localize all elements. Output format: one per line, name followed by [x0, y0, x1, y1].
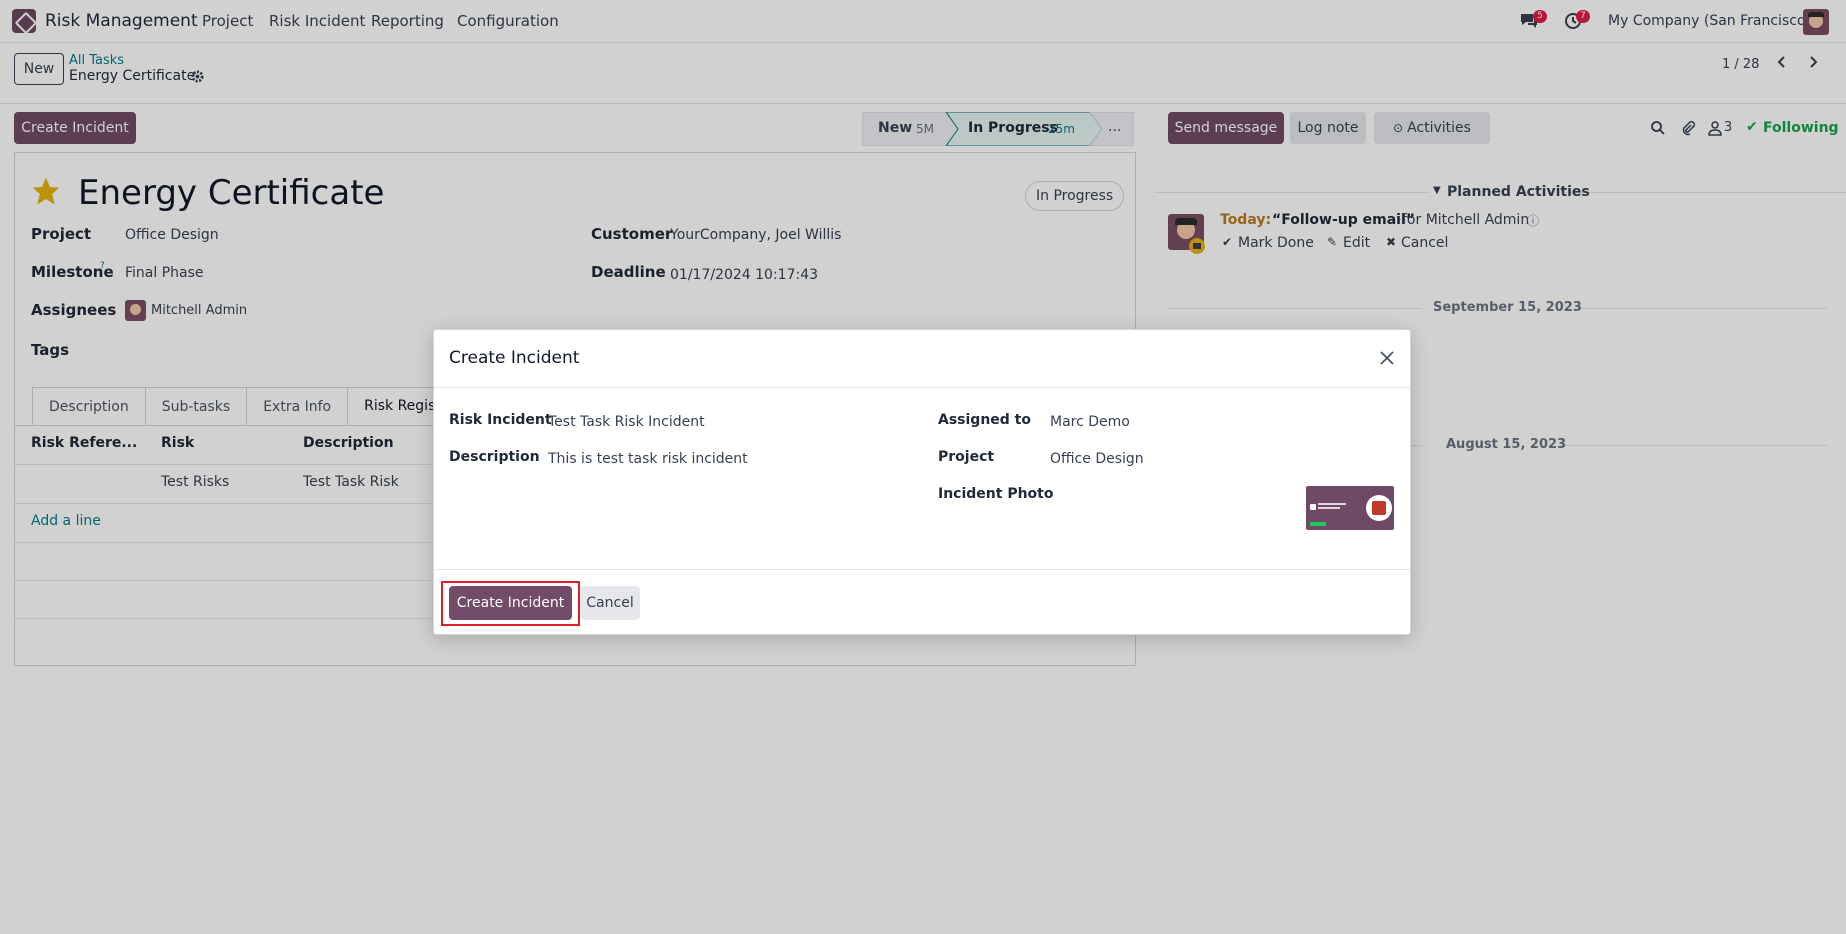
description-label: Description: [449, 449, 540, 465]
assigned-to-label: Assigned to: [938, 412, 1031, 428]
incident-photo-label: Incident Photo: [938, 486, 1054, 502]
dialog-title: Create Incident: [449, 348, 580, 368]
description-value[interactable]: This is test task risk incident: [548, 451, 748, 467]
create-incident-submit-button[interactable]: Create Incident: [449, 586, 572, 620]
create-incident-dialog: Create Incident Risk Incident Test Task …: [433, 329, 1411, 635]
cancel-button[interactable]: Cancel: [580, 586, 640, 620]
risk-incident-label: Risk Incident: [449, 412, 552, 428]
assigned-to-value[interactable]: Marc Demo: [1050, 414, 1130, 430]
risk-incident-value[interactable]: Test Task Risk Incident: [548, 414, 705, 430]
incident-photo-thumbnail[interactable]: [1306, 486, 1394, 530]
project-label-dialog: Project: [938, 449, 995, 465]
project-value-dialog[interactable]: Office Design: [1050, 451, 1144, 467]
close-icon[interactable]: [1379, 350, 1395, 366]
